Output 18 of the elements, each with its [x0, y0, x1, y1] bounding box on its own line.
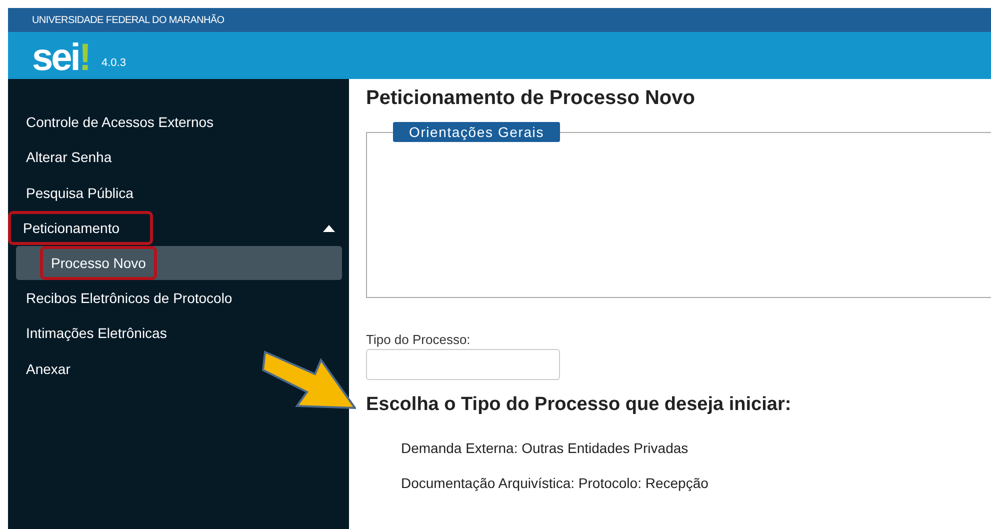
caret-icon[interactable] [323, 224, 335, 232]
process-type-link[interactable]: Demanda Externa: Outras Entidades Privadas [401, 440, 991, 456]
page-title: Peticionamento de Processo Novo [366, 87, 696, 110]
version-label: 4.0.3 [101, 57, 126, 69]
section-heading: Escolha o Tipo do Processo que deseja iniciar: [366, 394, 792, 416]
process-type-link[interactable]: Documentação Arquivística: Protocolo: Recepção [401, 475, 991, 491]
organization-name: UNIVERSIDADE FEDERAL DO MARANHÃO [32, 14, 224, 26]
sidebar-item[interactable]: Controle de Acessos Externos [8, 104, 349, 140]
fieldset-legend: Orientações Gerais [393, 122, 560, 142]
sidebar-item[interactable]: Alterar Senha [8, 140, 349, 175]
sidebar-item[interactable]: Intimações Eletrônicas [8, 316, 349, 351]
field-label: Tipo do Processo: [366, 332, 472, 347]
sidebar-subitem[interactable]: Processo Novo [16, 246, 342, 280]
input-field[interactable] [366, 349, 560, 380]
sidebar-item[interactable]: Anexar [8, 351, 349, 386]
sidebar-item[interactable]: Pesquisa Pública [8, 175, 349, 210]
sidebar-item[interactable]: Peticionamento [8, 210, 349, 246]
sidebar-item[interactable]: Recibos Eletrônicos de Protocolo [8, 280, 349, 316]
